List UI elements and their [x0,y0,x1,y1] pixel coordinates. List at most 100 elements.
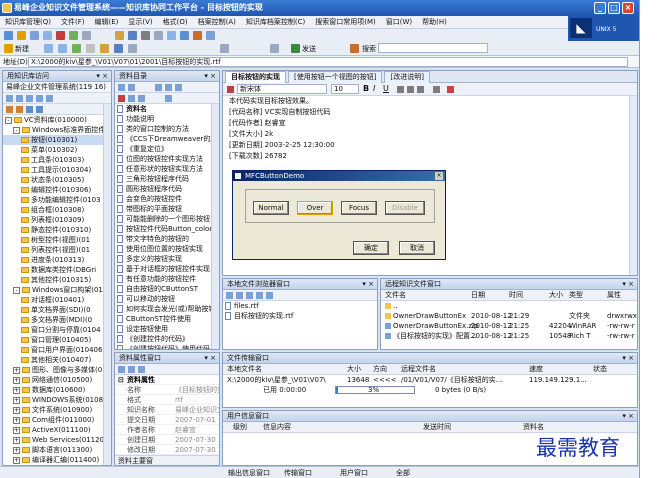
tree-node[interactable]: + 网络通信(010500) [3,375,111,385]
tree-root-selector[interactable]: 易峰企业文件管理系统(119 16) [3,82,111,93]
list-item[interactable]: 《重复定位》 [115,144,219,154]
tree-node[interactable]: 多功能编辑控件(0103 [3,195,111,205]
align-center-icon[interactable] [407,86,414,93]
local-tool-icon[interactable] [236,292,243,299]
column-header[interactable]: 发送时间 [423,422,451,433]
list-item[interactable]: 任意形状的按钮实现方法 [115,164,219,174]
list-item[interactable]: 多定义的按钮实现 [115,254,219,264]
list-item[interactable]: 可能能删除的一个图形按钮 [115,214,219,224]
list-item[interactable]: 设定按钮使用 [115,324,219,334]
list-item[interactable]: 带图标的平面按钮 [115,204,219,214]
address-input[interactable]: X:\2000的kiv\星参_\V01\V07\01\2001\目标按钮的实现.… [28,57,628,67]
tree-node[interactable]: + 图形、图像与多媒体(010 [3,365,111,375]
list-item[interactable]: 《创建控件的代码》 [115,334,219,344]
window-titlebar[interactable]: 易峰企业知识文件管理系统——知识库协同工作平台 - 目标按钮的实现 _ □ × [0,0,639,16]
undo-icon[interactable] [69,31,78,40]
options-icon[interactable] [270,44,279,53]
tree-node[interactable]: 树型控件(视图)(01 [3,235,111,245]
expand-icon[interactable]: + [13,406,20,414]
normal-button[interactable]: Normal [253,201,289,215]
table-row[interactable]: OwnerDrawButtonEx 2010-08-12 21:29 文件夹 drwxr… [381,311,637,321]
local-tool-icon[interactable] [246,292,253,299]
column-header[interactable]: 日期 [471,290,485,301]
tree-node[interactable]: + WINDOWS系统(010800) [3,395,111,405]
tree-scrollbar[interactable] [103,104,111,465]
doc-tool-icon[interactable] [138,95,145,102]
menu-item[interactable]: 档案控制(A) [193,16,241,28]
tree-node[interactable]: + Com组件(011000) [3,415,111,425]
list-item[interactable]: 资料名 [115,104,219,114]
list-item[interactable]: 三角形按钮程序代码 [115,174,219,184]
new-icon[interactable] [4,44,13,53]
list-item[interactable]: 按钮控件代码Button_color_picker [115,224,219,234]
tree-node[interactable]: 工具条(010303) [3,155,111,165]
expand-icon[interactable]: + [13,366,20,374]
tree-node[interactable]: 列表框(010309) [3,215,111,225]
doc-list-scrollbar[interactable] [211,104,219,349]
home-icon[interactable] [100,44,109,53]
delete-icon[interactable] [118,95,125,102]
tree-tool-icon[interactable] [16,95,23,102]
local-tool-icon[interactable] [266,292,273,299]
tools-icon[interactable] [128,44,137,53]
tree-node[interactable]: 状态条(010305) [3,175,111,185]
editor-tab[interactable]: 目标按钮的实现 [225,71,286,83]
property-row[interactable]: 提交日期 2007-07-01 [115,415,219,425]
tree-node[interactable]: 组合框(010308) [3,205,111,215]
list-item[interactable]: 《创建按钮代码》使用代码 [115,344,219,349]
expand-icon[interactable]: + [13,436,20,444]
italic-icon[interactable] [128,31,137,40]
close-icon[interactable]: × [622,2,634,14]
redo-icon[interactable] [82,31,91,40]
save-icon[interactable] [17,31,26,40]
collapse-icon[interactable]: - [13,286,20,294]
list-item[interactable]: 功能说明 [115,114,219,124]
list-item[interactable]: 带文字特色的按钮的 [115,234,219,244]
props-tool-icon[interactable] [118,366,125,373]
tree-node[interactable]: + Web Services(011200) [3,435,111,445]
column-header[interactable]: 级别 [233,422,247,433]
tree-node[interactable]: - Windows标准界面控件(010 [3,125,111,135]
search-icon[interactable] [350,44,359,53]
new-button-label[interactable]: 新建 [15,44,29,54]
list-item[interactable]: 如何实现会发光(或)帮助按钮 [115,304,219,314]
font-icon[interactable] [227,86,234,93]
menu-item[interactable]: 格式(O) [158,16,193,28]
align-left-icon[interactable] [397,86,404,93]
italic-icon[interactable]: I [373,84,375,93]
property-row[interactable]: 创建日期 2007-07-30 15:38:02 [115,435,219,445]
menu-item[interactable]: 搜索窗口常用项(M) [310,16,381,28]
doc-tool-icon[interactable] [128,95,135,102]
tree-node[interactable]: 其他相关(010407) [3,355,111,365]
local-tool-icon[interactable] [226,292,233,299]
status-tab[interactable]: 输出信息窗口 [228,467,270,478]
expand-icon[interactable]: + [13,386,20,394]
expand-icon[interactable]: + [13,416,20,424]
copy-icon[interactable] [30,31,39,40]
list-item[interactable]: 使用位图位置的按钮实现 [115,244,219,254]
tree-node[interactable]: 窗口管理(010405) [3,335,111,345]
pane-close-icon[interactable]: ▾ × [204,353,216,364]
list-item[interactable]: 《CCS下Dreamweaver的超连接效果》 [115,134,219,144]
font-size-select[interactable]: 10 [331,84,359,94]
tree-tool-icon[interactable] [36,95,43,102]
column-header[interactable]: 文件名 [385,290,406,301]
column-header[interactable]: 大小 [549,290,563,301]
tree-node[interactable]: + ActiveX(011100) [3,425,111,435]
tree-node[interactable]: 其他控件(010315) [3,275,111,285]
transfer-row[interactable]: X:\2000的kiv\星参_\V01\V07\ 13648 <<<< /01/V01… [223,375,637,385]
column-header[interactable]: 状态 [593,364,607,375]
over-button[interactable]: Over [297,201,333,215]
dialog-titlebar[interactable]: MFCButtonDemo × [233,171,445,181]
editor-scrollbar[interactable] [629,96,637,275]
list-item[interactable]: 可以移动的按钮 [115,294,219,304]
table-icon[interactable] [180,31,189,40]
column-header[interactable]: 类型 [569,290,583,301]
bold-icon[interactable] [115,31,124,40]
tree-node[interactable]: 菜单(010302) [3,145,111,155]
tree-node[interactable]: 编辑控件(010306) [3,185,111,195]
column-header[interactable]: 远程文件名 [401,364,436,375]
property-row[interactable]: 修改日期 2007-07-30 15:38:02 [115,445,219,455]
property-row[interactable]: 知识名称 易峰企业知识文件管 [115,405,219,415]
table-row[interactable]: .. [381,301,637,311]
